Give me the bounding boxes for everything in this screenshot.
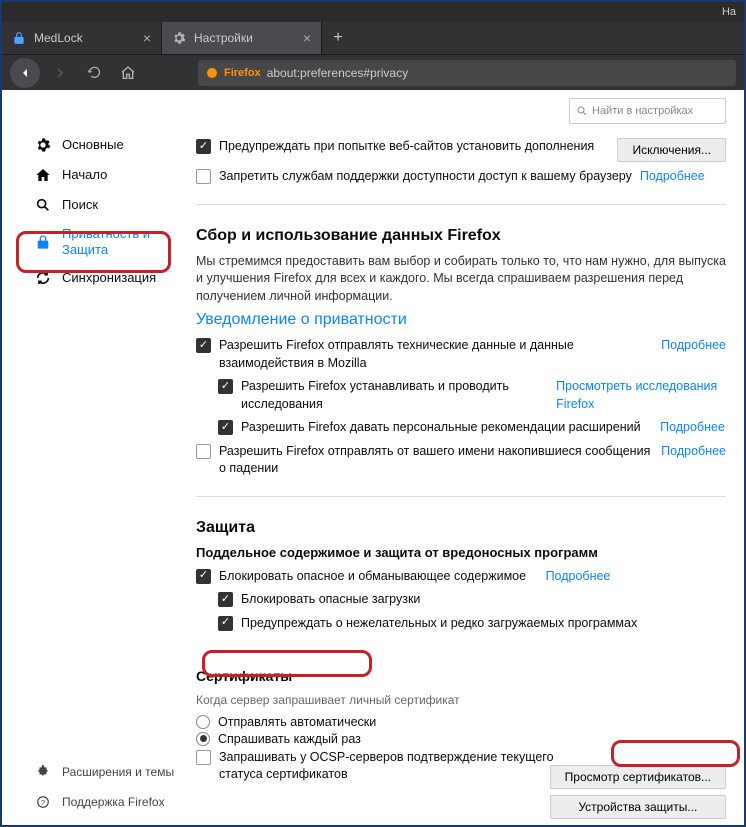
radio-label: Отправлять автоматически — [218, 715, 376, 729]
sidebar-item-label: Начало — [62, 167, 107, 183]
puzzle-icon — [34, 763, 52, 781]
sidebar-item-privacy[interactable]: Приватность и Защита — [2, 220, 192, 263]
exceptions-button[interactable]: Исключения... — [617, 138, 726, 162]
search-placeholder: Найти в настройках — [592, 105, 693, 117]
checkbox-label: Разрешить Firefox давать персональные ре… — [241, 419, 641, 437]
sidebar-item-label: Основные — [62, 137, 124, 153]
tab-label: Настройки — [194, 31, 253, 45]
checkbox-warn-addon[interactable]: ✓ — [196, 139, 211, 154]
checkbox-label: Разрешить Firefox устанавливать и провод… — [241, 378, 537, 413]
learn-more-link[interactable]: Подробнее — [661, 337, 726, 355]
sidebar-item-label: Поддержка Firefox — [62, 795, 165, 809]
search-input[interactable]: Найти в настройках — [569, 98, 726, 124]
learn-more-link[interactable]: Подробнее — [640, 168, 705, 186]
checkbox-label: Запрашивать у OCSP-серверов подтверждени… — [219, 749, 559, 784]
window-titlebar: На — [2, 2, 744, 22]
sidebar-item-home[interactable]: Начало — [2, 160, 192, 190]
privacy-notice-link[interactable]: Уведомление о приватности — [196, 311, 407, 328]
help-icon: ? — [34, 793, 52, 811]
close-icon[interactable]: × — [303, 30, 311, 46]
subsection-deceptive: Поддельное содержимое и защита от вредон… — [196, 545, 726, 560]
section-title-security: Защита — [196, 519, 726, 537]
firefox-icon — [206, 67, 218, 79]
forward-button[interactable] — [46, 59, 74, 87]
tab-medlock[interactable]: MedLock × — [2, 22, 162, 54]
section-desc: Мы стремимся предоставить вам выбор и со… — [196, 253, 726, 306]
back-button[interactable] — [10, 58, 40, 88]
sidebar-item-label: Приватность и Защита — [62, 226, 176, 257]
lock-icon — [12, 31, 26, 45]
sidebar-item-search[interactable]: Поиск — [2, 190, 192, 220]
checkbox-label: Предупреждать о нежелательных и редко за… — [241, 615, 637, 633]
radio-label: Спрашивать каждый раз — [218, 732, 361, 746]
security-devices-button[interactable]: Устройства защиты... — [550, 795, 726, 819]
sidebar-item-general[interactable]: Основные — [2, 130, 192, 160]
tab-bar: MedLock × Настройки × + — [2, 22, 744, 54]
divider — [196, 204, 726, 205]
svg-text:?: ? — [41, 798, 45, 807]
home-icon — [34, 166, 52, 184]
learn-more-link[interactable]: Подробнее — [661, 443, 726, 461]
search-icon — [34, 196, 52, 214]
sidebar: Основные Начало Поиск Приватность и Защи… — [2, 90, 192, 825]
radio-ask[interactable] — [196, 732, 210, 746]
checkbox-recommendations[interactable]: ✓ — [218, 420, 233, 435]
new-tab-button[interactable]: + — [322, 22, 354, 54]
nav-toolbar: Firefox about:preferences#privacy — [2, 54, 744, 90]
certs-desc: Когда сервер запрашивает личный сертифик… — [196, 692, 726, 709]
checkbox-label: Предупреждать при попытке веб-сайтов уст… — [219, 138, 594, 156]
checkbox-label: Блокировать опасное и обманывающее содер… — [219, 568, 526, 586]
sidebar-item-label: Синхронизация — [62, 270, 156, 286]
url-bar[interactable]: Firefox about:preferences#privacy — [198, 60, 736, 86]
checkbox-studies[interactable]: ✓ — [218, 379, 233, 394]
gear-icon — [172, 31, 186, 45]
checkbox-crash-reports[interactable] — [196, 444, 211, 459]
checkbox-label: Блокировать опасные загрузки — [241, 591, 420, 609]
url-brand: Firefox — [224, 67, 261, 79]
home-button[interactable] — [114, 59, 142, 87]
learn-more-link[interactable]: Подробнее — [660, 419, 725, 437]
search-icon — [576, 105, 588, 117]
checkbox-label: Разрешить Firefox отправлять технические… — [219, 337, 642, 372]
learn-more-link[interactable]: Подробнее — [546, 568, 611, 586]
checkbox-telemetry[interactable]: ✓ — [196, 338, 211, 353]
reload-button[interactable] — [80, 59, 108, 87]
checkbox-block-deceptive[interactable]: ✓ — [196, 569, 211, 584]
sidebar-item-label: Расширения и темы — [62, 765, 174, 779]
subsection-certs: Сертификаты — [196, 668, 726, 684]
section-title-data: Сбор и использование данных Firefox — [196, 227, 726, 245]
view-certs-button[interactable]: Просмотр сертификатов... — [550, 765, 726, 789]
checkbox-label: Запретить службам поддержки доступности … — [219, 168, 632, 186]
sidebar-item-sync[interactable]: Синхронизация — [2, 263, 192, 293]
lock-icon — [34, 233, 52, 251]
tab-settings[interactable]: Настройки × — [162, 22, 322, 54]
gear-icon — [34, 136, 52, 154]
tab-label: MedLock — [34, 31, 83, 45]
view-studies-link[interactable]: Просмотреть исследования Firefox — [556, 378, 726, 413]
checkbox-block-a11y[interactable] — [196, 169, 211, 184]
window-title-fragment: На — [722, 6, 736, 18]
sync-icon — [34, 269, 52, 287]
checkbox-warn-unwanted[interactable]: ✓ — [218, 616, 233, 631]
url-text: about:preferences#privacy — [267, 66, 408, 80]
main-content: Найти в настройках ✓ Предупреждать при п… — [192, 90, 744, 825]
divider — [196, 496, 726, 497]
close-icon[interactable]: × — [143, 30, 151, 46]
checkbox-ocsp[interactable] — [196, 750, 211, 765]
radio-auto[interactable] — [196, 715, 210, 729]
sidebar-item-addons[interactable]: Расширения и темы — [2, 757, 192, 787]
sidebar-item-support[interactable]: ? Поддержка Firefox — [2, 787, 192, 817]
checkbox-block-downloads[interactable]: ✓ — [218, 592, 233, 607]
checkbox-label: Разрешить Firefox отправлять от вашего и… — [219, 443, 653, 478]
sidebar-item-label: Поиск — [62, 197, 98, 213]
